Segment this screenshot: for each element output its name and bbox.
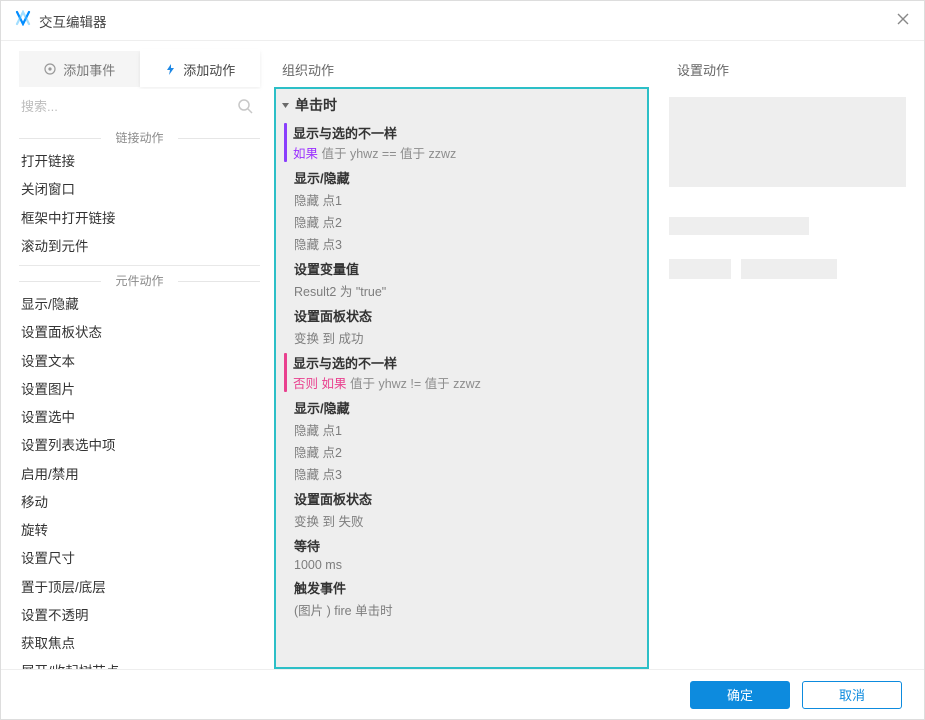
list-item[interactable]: 设置选中	[19, 404, 260, 432]
organize-header: 组织动作	[274, 51, 649, 87]
case-block[interactable]: 显示与选的不一样 如果 值于 yhwz == 值于 zzwz 显示/隐藏 隐藏 …	[284, 123, 647, 347]
titlebar: 交互编辑器	[1, 1, 924, 41]
caret-down-icon	[280, 100, 291, 111]
list-item[interactable]: 启用/禁用	[19, 461, 260, 489]
search-input[interactable]	[19, 93, 237, 120]
target-icon	[43, 62, 57, 76]
footer: 确定 取消	[1, 669, 924, 719]
lightning-icon	[164, 63, 177, 76]
left-tabs: 添加事件 添加动作	[19, 51, 260, 87]
action-entry[interactable]: 触发事件 (图片 ) fire 单击时	[294, 578, 647, 619]
placeholder-box	[669, 97, 906, 187]
search-icon	[237, 98, 254, 115]
search-box[interactable]	[19, 89, 260, 123]
tab-label: 添加动作	[183, 60, 235, 79]
list-item[interactable]: 设置面板状态	[19, 319, 260, 347]
action-entry[interactable]: 设置变量值 Result2 为 "true"	[294, 259, 647, 300]
case-block[interactable]: 显示与选的不一样 否则 如果 值于 yhwz != 值于 zzwz 显示/隐藏 …	[284, 353, 647, 619]
case-condition: 如果 值于 yhwz == 值于 zzwz	[293, 143, 456, 162]
list-item[interactable]: 展开/收起树节点	[19, 658, 260, 669]
window-title: 交互编辑器	[39, 11, 896, 31]
list-item[interactable]: 框架中打开链接	[19, 205, 260, 233]
case-title: 显示与选的不一样	[293, 353, 481, 372]
ok-button[interactable]: 确定	[690, 681, 790, 709]
list-item[interactable]: 设置图片	[19, 376, 260, 404]
close-icon[interactable]	[896, 12, 910, 30]
action-entry[interactable]: 等待 1000 ms	[294, 536, 647, 572]
list-item[interactable]: 获取焦点	[19, 630, 260, 658]
placeholder-small	[741, 259, 837, 279]
group-label-widget: 元件动作	[19, 272, 260, 289]
event-row[interactable]: 单击时	[276, 89, 647, 121]
action-entry[interactable]: 显示/隐藏 隐藏 点1 隐藏 点2 隐藏 点3	[294, 398, 647, 483]
event-name: 单击时	[295, 95, 337, 115]
app-logo-icon	[15, 10, 31, 31]
list-item[interactable]: 显示/隐藏	[19, 291, 260, 319]
configure-header: 设置动作	[669, 51, 906, 87]
tab-add-action[interactable]: 添加动作	[140, 51, 261, 87]
placeholder-small	[669, 259, 731, 279]
list-item[interactable]: 设置尺寸	[19, 545, 260, 573]
case-condition: 否则 如果 值于 yhwz != 值于 zzwz	[293, 373, 481, 392]
list-item[interactable]: 设置不透明	[19, 602, 260, 630]
case-title: 显示与选的不一样	[293, 123, 456, 142]
list-item[interactable]: 设置列表选中项	[19, 432, 260, 460]
list-item[interactable]: 移动	[19, 489, 260, 517]
case-color-bar	[284, 123, 287, 162]
list-item[interactable]: 设置文本	[19, 348, 260, 376]
list-item[interactable]: 旋转	[19, 517, 260, 545]
list-item[interactable]: 打开链接	[19, 148, 260, 176]
organize-tree[interactable]: 单击时 显示与选的不一样 如果 值于 yhwz == 值于 zzwz	[274, 87, 649, 669]
list-item[interactable]: 关闭窗口	[19, 176, 260, 204]
action-list: 链接动作 打开链接 关闭窗口 框架中打开链接 滚动到元件 元件动作 显示/隐藏 …	[19, 123, 260, 669]
right-panel: 设置动作	[669, 51, 906, 669]
tab-add-event[interactable]: 添加事件	[19, 51, 140, 87]
list-item[interactable]: 滚动到元件	[19, 233, 260, 261]
case-color-bar	[284, 353, 287, 392]
cancel-button[interactable]: 取消	[802, 681, 902, 709]
action-entry[interactable]: 设置面板状态 变换 到 失败	[294, 489, 647, 530]
action-entry[interactable]: 显示/隐藏 隐藏 点1 隐藏 点2 隐藏 点3	[294, 168, 647, 253]
separator	[19, 265, 260, 266]
list-item[interactable]: 置于顶层/底层	[19, 574, 260, 602]
left-panel: 添加事件 添加动作 链接动作 打开链接 关闭窗口 框架中	[19, 51, 260, 669]
group-label-link: 链接动作	[19, 129, 260, 146]
tab-label: 添加事件	[63, 60, 115, 79]
middle-panel: 组织动作 单击时 显示与选的不一样 如果	[274, 51, 649, 669]
placeholder-bar	[669, 217, 809, 235]
action-entry[interactable]: 设置面板状态 变换 到 成功	[294, 306, 647, 347]
